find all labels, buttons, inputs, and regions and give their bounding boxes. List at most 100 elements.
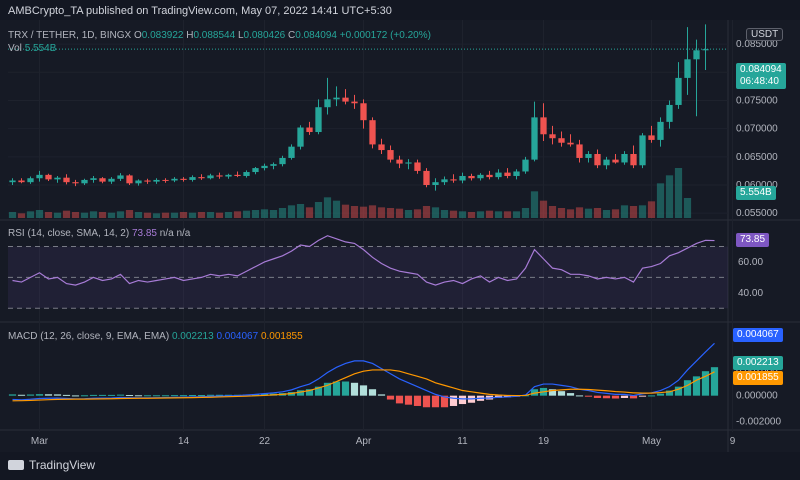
macd-histogram-bar (359, 385, 368, 396)
candle-body (657, 121, 664, 140)
tradingview-logo-icon (8, 460, 24, 470)
candle-body (423, 170, 430, 185)
macd-histogram-bar (161, 395, 170, 397)
macd-signal-value: 0.004067 (216, 331, 259, 342)
candle-body (63, 177, 70, 183)
candle-body (324, 99, 331, 108)
candle-body (90, 178, 97, 180)
candle-body (693, 50, 700, 60)
volume-bar (53, 212, 62, 218)
candle-body (540, 117, 547, 135)
volume-bar (467, 212, 476, 218)
volume-bar (44, 212, 53, 218)
macd-histogram-bar (395, 395, 404, 404)
macd-legend: MACD (12, 26, close, 9, EMA, EMA) 0.0022… (8, 331, 303, 342)
volume-badge: 5.554B (736, 186, 776, 200)
x-tick-label: Mar (31, 436, 49, 447)
candle-body (243, 172, 250, 176)
macd-histogram-bar (458, 395, 467, 405)
candle-body (459, 175, 466, 181)
candle-body (108, 178, 115, 182)
volume-bar (62, 210, 71, 218)
macd-histogram-bar (116, 394, 125, 396)
candle-body (288, 146, 295, 158)
candle-body (45, 174, 52, 180)
candle-body (648, 135, 655, 140)
volume-bar (530, 191, 539, 218)
price-tick-label: 0.055000 (736, 208, 778, 219)
volume-bar (656, 183, 665, 218)
macd-histogram-bar (386, 395, 395, 400)
candle-body (225, 174, 232, 177)
currency-button[interactable]: USDT (746, 28, 784, 41)
volume-bar (197, 212, 206, 218)
volume-bar (413, 209, 422, 218)
candle-body (495, 172, 502, 178)
macd-histogram-bar (431, 395, 440, 408)
rsi-tick-label: 40.00 (738, 288, 763, 299)
chart-canvas[interactable]: Mar1422Apr1119May90.0850000.0800000.0750… (0, 0, 800, 480)
candle-body (585, 154, 592, 158)
volume-bar (368, 205, 377, 218)
macd-histogram-bar (170, 395, 179, 397)
macd-histogram-bar (602, 395, 611, 399)
macd-histogram-bar (107, 394, 116, 396)
macd-histogram-bar (53, 394, 62, 396)
volume-bar (116, 211, 125, 218)
macd-histogram-bar (449, 395, 458, 406)
volume-bar (242, 210, 251, 218)
candle-body (126, 175, 133, 184)
macd-histogram-bar (8, 394, 17, 396)
candle-body (72, 182, 79, 184)
volume-bar (179, 212, 188, 218)
volume-bar (8, 212, 17, 218)
volume-bar (620, 205, 629, 218)
candle-body (558, 138, 565, 143)
volume-bar (458, 211, 467, 218)
price-tick-label: 0.075000 (736, 95, 778, 106)
volume-bar (512, 211, 521, 218)
macd-histogram-bar (638, 395, 647, 397)
volume-bar (332, 200, 341, 218)
macd-histogram-bar (611, 395, 620, 399)
x-tick-label: 22 (259, 436, 271, 447)
macd-histogram-bar (566, 393, 575, 396)
candle-body (468, 175, 475, 179)
volume-bar (440, 210, 449, 218)
volume-bar (611, 209, 620, 218)
volume-label: Vol (8, 43, 22, 54)
price-tick-label: 0.065000 (736, 152, 778, 163)
volume-bar (314, 202, 323, 218)
volume-bar (17, 213, 26, 218)
volume-value: 5.554B (24, 43, 57, 54)
rsi-badge: 73.85 (736, 233, 770, 247)
macd-hist-value: 0.001855 (260, 331, 303, 342)
macd-signal-badge: 0.001855 (733, 371, 783, 385)
symbol-label[interactable]: TRX / TETHER, 1D, BINGX (8, 30, 131, 41)
macd-histogram-bar (647, 395, 656, 397)
volume-bar (98, 212, 107, 218)
rsi-label[interactable]: RSI (14, close, SMA, 14, 2) (8, 228, 129, 239)
macd-histogram-bar (62, 394, 71, 396)
candle-body (603, 159, 610, 166)
x-tick-label: 14 (178, 436, 190, 447)
macd-histogram-bar (350, 382, 359, 396)
volume-bar (341, 204, 350, 218)
volume-bar (251, 210, 260, 218)
footer-brand: TradingView (29, 458, 96, 472)
candle-body (306, 127, 313, 133)
macd-histogram-bar (152, 395, 161, 397)
open-label: O (133, 30, 142, 41)
volume-bar (89, 211, 98, 218)
macd-histogram-bar (593, 395, 602, 398)
macd-histogram-bar (557, 391, 566, 396)
macd-histogram-bar (620, 395, 629, 398)
macd-label[interactable]: MACD (12, 26, close, 9, EMA, EMA) (8, 331, 169, 342)
macd-histogram-bar (377, 394, 386, 396)
macd-value: 0.002213 (171, 331, 214, 342)
candle-body (261, 165, 268, 169)
candle-body (639, 135, 646, 166)
change-value: +0.000172 (+0.20%) (339, 30, 431, 41)
candle-body (162, 179, 169, 181)
macd-histogram-bar (134, 395, 143, 397)
